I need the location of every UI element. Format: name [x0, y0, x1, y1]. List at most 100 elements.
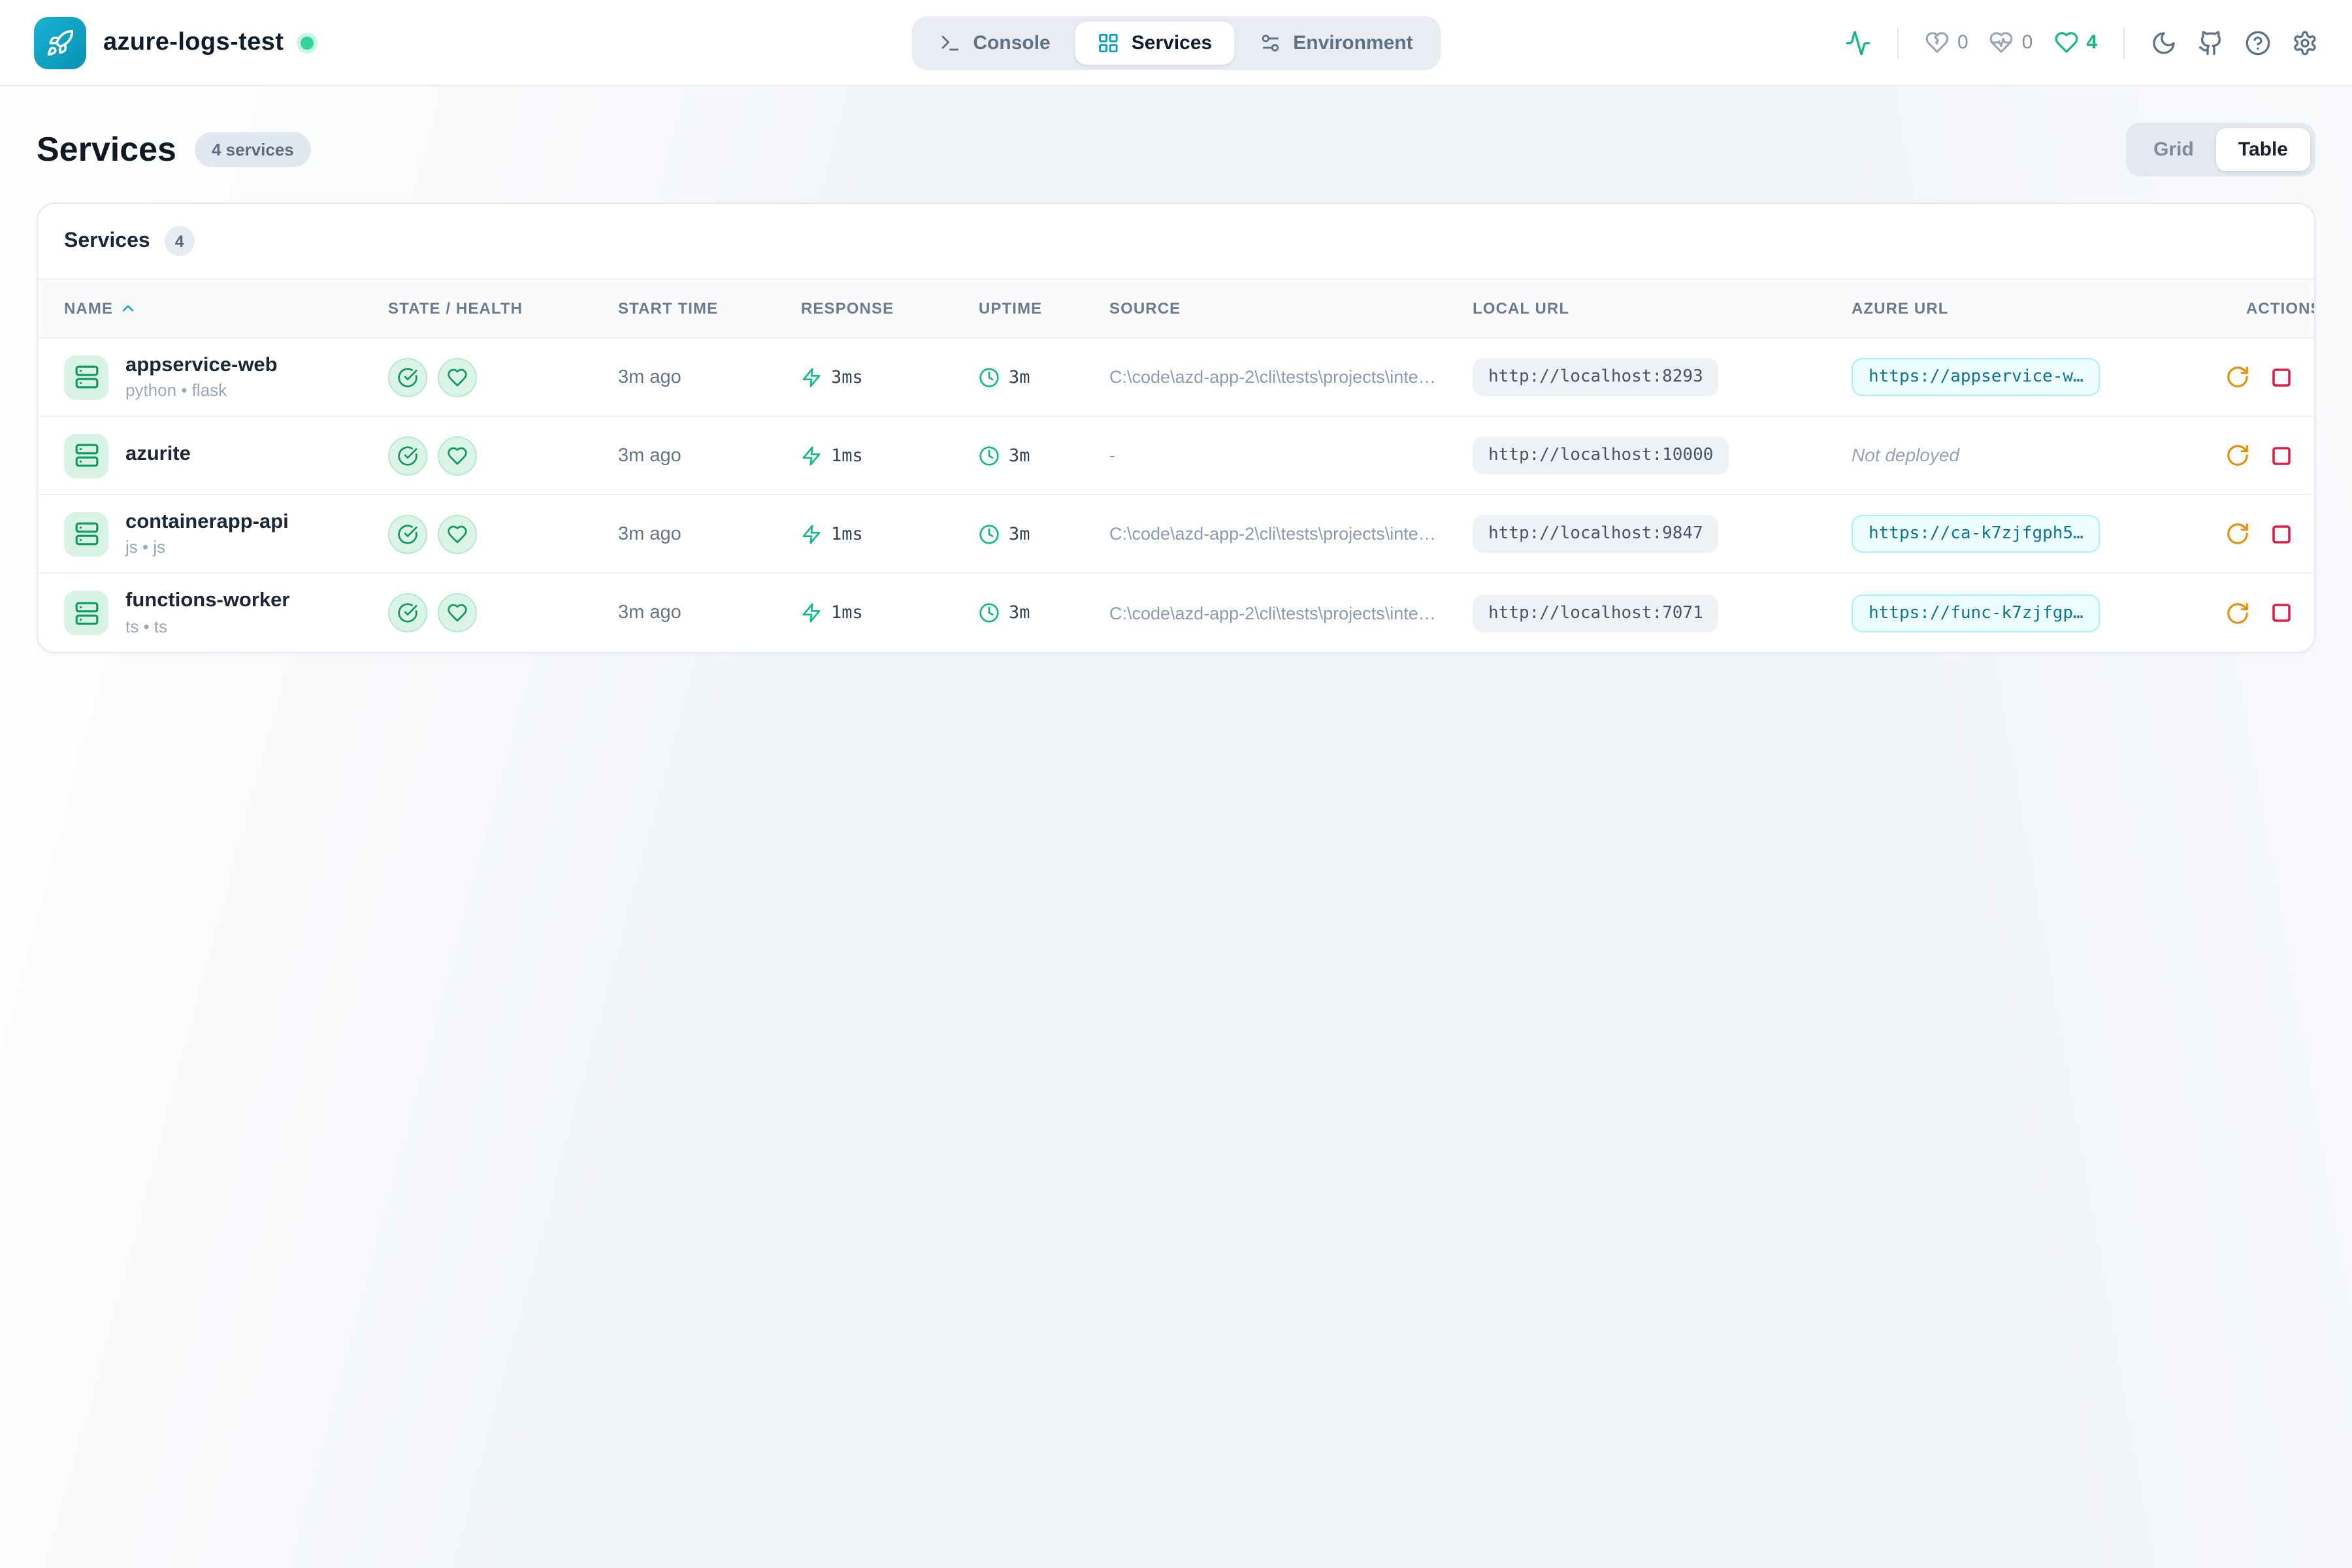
server-icon	[64, 512, 108, 556]
source-path: C:\code\azd-app-2\cli\tests\projects\int…	[1109, 524, 1452, 544]
local-url-pill[interactable]: http://localhost:9847	[1473, 515, 1719, 553]
card-count-badge: 4	[165, 226, 195, 256]
divider	[1897, 27, 1899, 58]
health-badge	[438, 436, 477, 475]
page-title: Services	[37, 129, 176, 170]
tab-services-label: Services	[1132, 31, 1212, 54]
heart-crack-icon	[1925, 30, 1950, 55]
column-header-state-health[interactable]: STATE / HEALTH	[367, 280, 597, 337]
check-circle-icon	[397, 367, 418, 387]
status-dot	[301, 36, 314, 49]
health-badge	[438, 357, 477, 397]
tab-services[interactable]: Services	[1075, 21, 1234, 64]
tab-console[interactable]: Console	[917, 21, 1072, 64]
heart-icon	[447, 367, 468, 387]
stop-button[interactable]	[2270, 444, 2293, 467]
check-circle-icon	[397, 445, 418, 466]
local-url-pill[interactable]: http://localhost:8293	[1473, 358, 1719, 396]
grid-icon	[1098, 31, 1120, 54]
azure-url-pill[interactable]: https://func-k7zjfgp…	[1852, 594, 2100, 632]
state-running-badge	[388, 514, 427, 553]
column-header-local-url[interactable]: LOCAL URL	[1452, 280, 1831, 337]
grid-view-button[interactable]: Grid	[2131, 128, 2216, 171]
health-badge	[438, 593, 477, 632]
gear-icon[interactable]	[2292, 29, 2318, 56]
start-time: 3m ago	[618, 367, 681, 387]
start-time: 3m ago	[618, 445, 681, 466]
table-row[interactable]: functions-worker ts • ts 3m ago 1ms 3m C…	[38, 574, 2314, 652]
table-view-button[interactable]: Table	[2216, 128, 2310, 171]
moon-icon[interactable]	[2151, 29, 2177, 56]
github-icon[interactable]	[2198, 29, 2224, 56]
heart-icon	[2053, 30, 2078, 55]
uptime-metric: 3m	[979, 367, 1088, 387]
stop-button[interactable]	[2270, 365, 2293, 389]
app-title: azure-logs-test	[103, 28, 284, 57]
divider	[2123, 27, 2125, 58]
local-url-pill[interactable]: http://localhost:10000	[1473, 436, 1729, 474]
column-header-response[interactable]: RESPONSE	[780, 280, 958, 337]
restart-button[interactable]	[2225, 365, 2250, 389]
stop-icon	[2270, 444, 2293, 467]
service-name: containerapp-api	[125, 510, 289, 534]
column-header-name[interactable]: NAME	[38, 280, 367, 337]
tab-console-label: Console	[973, 31, 1050, 54]
help-icon[interactable]	[2245, 29, 2271, 56]
state-running-badge	[388, 357, 427, 397]
activity-icon[interactable]	[1845, 29, 1871, 56]
top-bar: azure-logs-test Console Services	[0, 0, 2352, 86]
restart-button[interactable]	[2225, 521, 2250, 546]
degraded-count: 0	[1989, 30, 2033, 55]
stop-icon	[2270, 365, 2293, 389]
service-name: appservice-web	[125, 353, 278, 378]
restart-icon	[2225, 443, 2250, 468]
table-row[interactable]: azurite 3m ago 1ms 3m - http://localhost…	[38, 417, 2314, 495]
azure-url-not-deployed: Not deployed	[1852, 444, 1959, 465]
table-row[interactable]: containerapp-api js • js 3m ago 1ms 3m C…	[38, 495, 2314, 574]
server-icon	[64, 433, 108, 478]
response-metric: 3ms	[801, 367, 958, 387]
sort-asc-icon	[118, 299, 137, 318]
azure-url-pill[interactable]: https://appservice-w…	[1852, 358, 2100, 396]
column-header-uptime[interactable]: UPTIME	[958, 280, 1088, 337]
stop-button[interactable]	[2270, 601, 2293, 625]
tab-environment[interactable]: Environment	[1237, 21, 1435, 64]
server-icon	[64, 591, 108, 635]
column-header-start-time[interactable]: START TIME	[597, 280, 780, 337]
bolt-icon	[801, 523, 822, 544]
column-header-source[interactable]: SOURCE	[1088, 280, 1452, 337]
heart-icon	[447, 445, 468, 466]
state-running-badge	[388, 593, 427, 632]
stop-icon	[2270, 601, 2293, 625]
uptime-metric: 3m	[979, 445, 1088, 466]
healthy-count: 4	[2053, 30, 2097, 55]
terminal-icon	[939, 31, 961, 54]
topbar-actions: 0 0 4	[1845, 27, 2318, 58]
degraded-count-value: 0	[2022, 31, 2033, 54]
response-metric: 1ms	[801, 445, 958, 466]
heart-icon	[447, 523, 468, 544]
card-header: Services 4	[38, 204, 2314, 280]
heart-icon	[447, 602, 468, 623]
view-toggle: Grid Table	[2126, 123, 2315, 176]
local-url-pill[interactable]: http://localhost:7071	[1473, 594, 1719, 632]
tab-environment-label: Environment	[1293, 31, 1413, 54]
response-metric: 1ms	[801, 523, 958, 544]
start-time: 3m ago	[618, 602, 681, 623]
table-row[interactable]: appservice-web python • flask 3m ago 3ms…	[38, 338, 2314, 417]
unhealthy-count-value: 0	[1957, 31, 1968, 54]
unhealthy-count: 0	[1925, 30, 1968, 55]
service-name: azurite	[125, 443, 191, 467]
restart-button[interactable]	[2225, 600, 2250, 625]
bolt-icon	[801, 445, 822, 466]
uptime-metric: 3m	[979, 523, 1088, 544]
services-card: Services 4 NAME STATE / HEALTH START TIM…	[37, 203, 2315, 653]
restart-button[interactable]	[2225, 443, 2250, 468]
azure-url-pill[interactable]: https://ca-k7zjfgph5…	[1852, 515, 2100, 553]
column-header-azure-url[interactable]: AZURE URL	[1831, 280, 2225, 337]
clock-icon	[979, 445, 1000, 466]
stop-button[interactable]	[2270, 522, 2293, 546]
healthy-count-value: 4	[2086, 31, 2097, 54]
clock-icon	[979, 523, 1000, 544]
response-metric: 1ms	[801, 602, 958, 623]
